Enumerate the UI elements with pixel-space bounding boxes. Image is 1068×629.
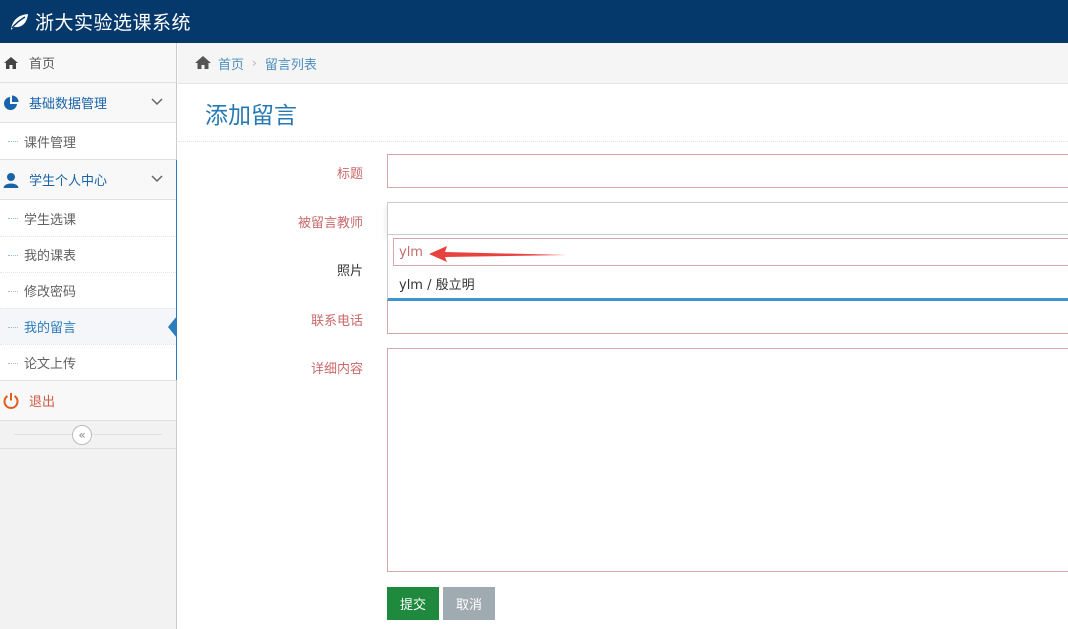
breadcrumb-current-link[interactable]: 留言列表 (265, 54, 317, 73)
photo-label: 照片 (336, 264, 363, 279)
sidebar-item-label: 基础数据管理 (29, 97, 108, 112)
submit-button[interactable]: 提交 (387, 587, 439, 620)
sidebar-subitem-my-messages[interactable]: 我的留言 (0, 308, 177, 344)
phone-label: 联系电话 (310, 314, 363, 329)
top-navbar: 浙大实验选课系统 (0, 0, 1068, 43)
power-icon (0, 391, 22, 411)
sidebar-item-label: 学生个人中心 (29, 174, 108, 189)
cancel-button[interactable]: 取消 (443, 587, 495, 620)
sidebar-item-label: 首页 (29, 57, 56, 72)
sidebar-item-student-center[interactable]: 学生个人中心 (0, 160, 176, 200)
page-title: 添加留言 (205, 103, 297, 129)
submenu-basic-data: 课件管理 (0, 123, 176, 160)
chevron-down-icon (150, 95, 164, 109)
teacher-option[interactable]: ylm / 殷立明 (399, 274, 475, 293)
collapse-sidebar-button[interactable]: « (72, 425, 92, 445)
breadcrumb: 首页 › 留言列表 (178, 43, 1068, 84)
sidebar-subitem-courseware[interactable]: 课件管理 (0, 123, 176, 159)
tree-line (8, 327, 18, 328)
sidebar-collapse-row: « (0, 421, 176, 449)
user-icon (0, 170, 22, 190)
sidebar-item-home[interactable]: 首页 (0, 43, 176, 83)
home-icon (0, 53, 22, 73)
phone-input[interactable] (387, 300, 1068, 334)
sidebar-subitem-label: 我的课表 (24, 249, 77, 264)
sidebar-subitem-label: 课件管理 (24, 135, 77, 151)
sidebar-item-basic-data[interactable]: 基础数据管理 (0, 83, 176, 123)
sidebar-subitem-label: 学生选课 (24, 212, 77, 228)
title-label: 标题 (336, 167, 363, 182)
app-title[interactable]: 浙大实验选课系统 (35, 8, 191, 35)
sidebar-item-label: 退出 (29, 395, 56, 410)
teacher-select[interactable] (387, 202, 1068, 235)
sidebar-subitem-label: 我的留言 (24, 321, 77, 336)
student-center-group: 学生个人中心 学生选课 我的课表 修改密码 我的留言 论文上传 (0, 160, 177, 381)
breadcrumb-home-link[interactable]: 首页 (218, 54, 244, 73)
sidebar: 首页 基础数据管理 课件管理 学生个人中心 学生选课 我的课表 修改密码 我的留… (0, 43, 177, 629)
tree-line (8, 141, 18, 142)
sidebar-subitem-course-selection[interactable]: 学生选课 (0, 200, 176, 236)
submenu-student-center: 学生选课 我的课表 修改密码 我的留言 论文上传 (0, 200, 177, 381)
pie-chart-icon (0, 93, 22, 113)
title-input[interactable] (387, 154, 1068, 188)
sidebar-subitem-change-password[interactable]: 修改密码 (0, 272, 176, 308)
chevron-right-icon: › (252, 56, 257, 70)
content-label: 详细内容 (310, 362, 363, 377)
tree-line (8, 291, 18, 292)
tree-line (8, 363, 18, 364)
chevron-down-icon (150, 172, 164, 186)
annotation-arrow-icon (429, 245, 569, 267)
tree-line (8, 255, 18, 256)
sidebar-subitem-label: 论文上传 (24, 357, 77, 372)
home-icon (194, 55, 212, 71)
teacher-label: 被留言教师 (297, 216, 363, 231)
sidebar-item-logout[interactable]: 退出 (0, 381, 176, 421)
content-textarea[interactable] (387, 348, 1068, 572)
sidebar-subitem-label: 修改密码 (24, 285, 77, 300)
leaf-icon (8, 11, 30, 33)
sidebar-subitem-my-schedule[interactable]: 我的课表 (0, 236, 176, 272)
sidebar-subitem-thesis-upload[interactable]: 论文上传 (0, 344, 176, 380)
active-marker (168, 316, 177, 338)
tree-line (8, 218, 18, 219)
page-header: 添加留言 (178, 84, 1068, 142)
